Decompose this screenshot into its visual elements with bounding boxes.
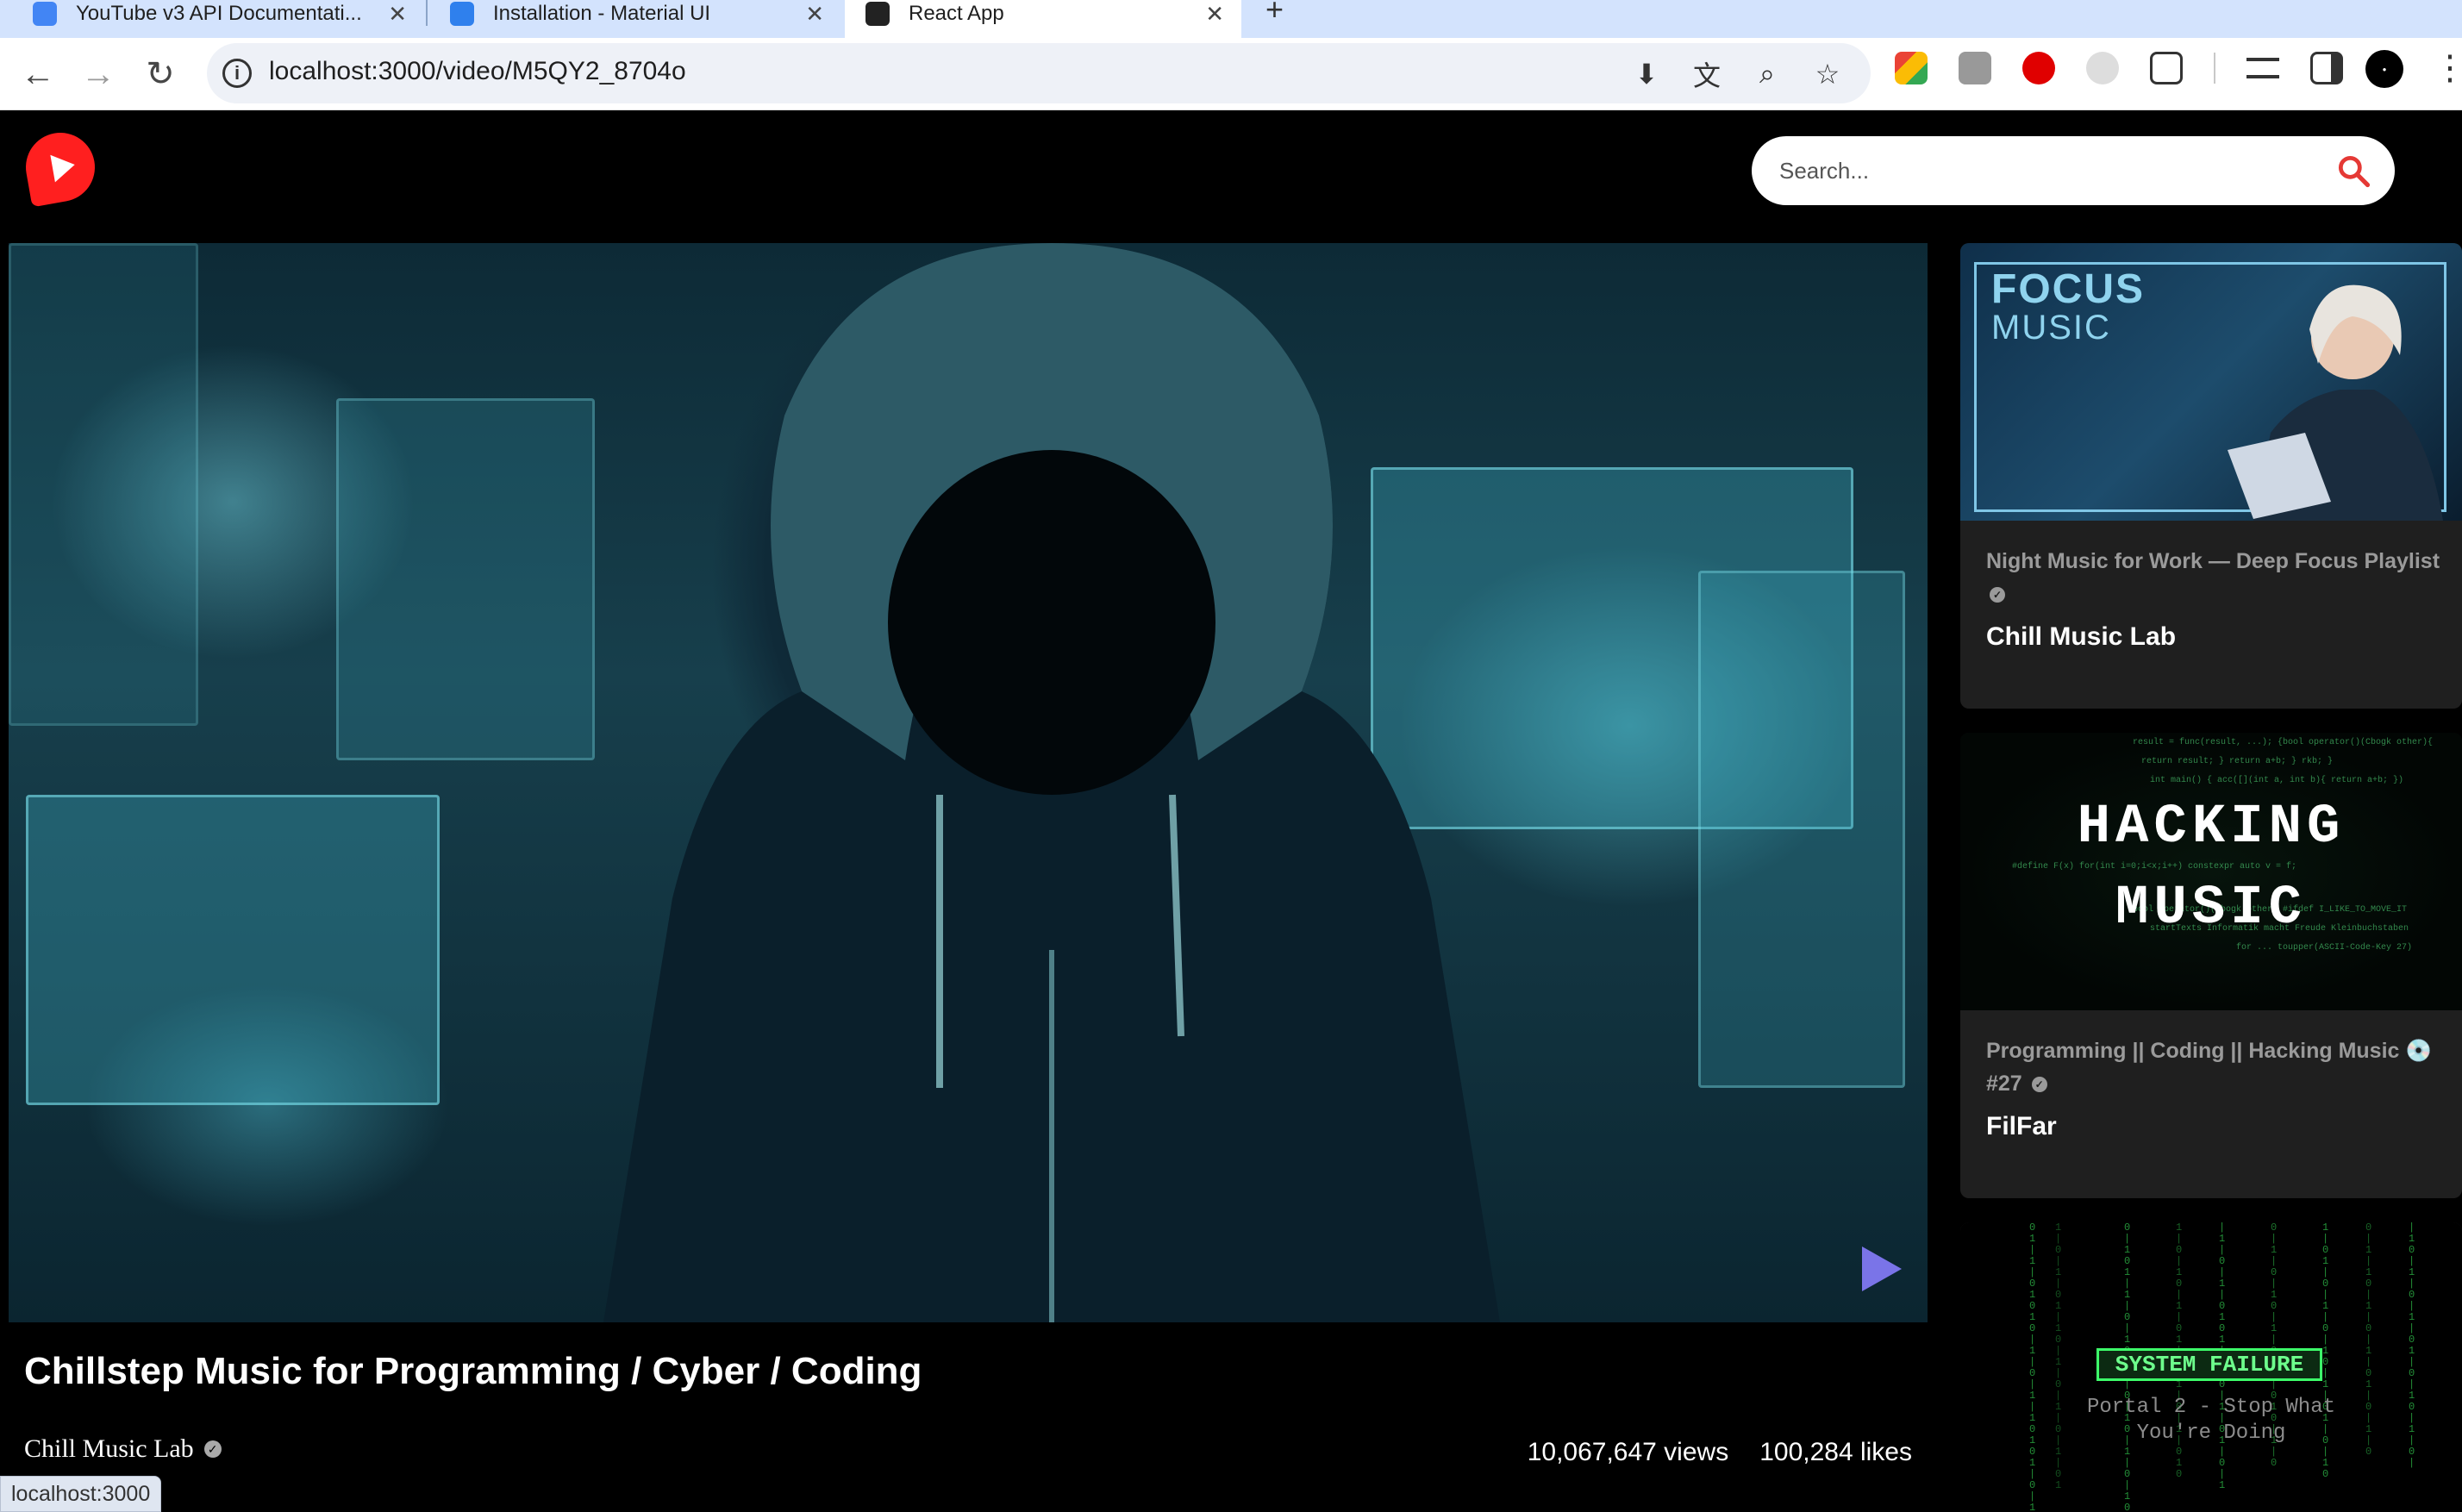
background-monitor	[26, 795, 440, 1105]
thumbnail-text: MUSIC	[1991, 309, 2111, 347]
forward-icon[interactable]: →	[74, 50, 122, 98]
tab-title: Installation - Material UI	[493, 2, 711, 25]
related-video-title[interactable]: Programming || Coding || Hacking Music 💿…	[1986, 1034, 2443, 1100]
zoom-icon[interactable]: ⌕	[1750, 57, 1784, 91]
video-thumbnail[interactable]: FOCUS MUSIC	[1960, 243, 2462, 521]
related-video-card[interactable]: result = func(result, ...); {bool operat…	[1960, 733, 2462, 1198]
tab-title: YouTube v3 API Documentati...	[76, 2, 362, 25]
related-video-title[interactable]: Night Music for Work — Deep Focus Playli…	[1986, 545, 2443, 610]
browser-tab[interactable]: Installation - Material UI ✕	[429, 0, 841, 38]
play-logo-icon	[50, 151, 78, 183]
site-info-icon[interactable]: i	[222, 59, 252, 88]
new-tab-icon[interactable]: +	[1265, 0, 1284, 28]
status-url-tooltip: localhost:3000	[0, 1476, 162, 1512]
side-panel-icon[interactable]	[2310, 52, 2343, 84]
thumbnail-text: Portal 2 - Stop What You're Doing	[2086, 1396, 2336, 1445]
related-video-card[interactable]: FOCUS MUSIC Night Music for Work — Deep …	[1960, 243, 2462, 709]
verified-check-icon: ✓	[2031, 1077, 2047, 1093]
verified-check-icon: ✓	[1990, 587, 2005, 603]
close-tab-icon[interactable]: ✕	[1205, 1, 1224, 28]
search-bar	[1752, 136, 2395, 205]
video-stats: 10,067,647 views 100,284 likes	[1528, 1438, 1912, 1467]
related-video-card[interactable]: 01|1|01010|1|0|1|10101|0|1|01|1 1|0|1|01…	[1960, 1222, 2462, 1512]
close-tab-icon[interactable]: ✕	[388, 1, 407, 28]
reload-icon[interactable]: ↻	[136, 50, 184, 98]
video-thumbnail[interactable]: 01|1|01010|1|0|1|10101|0|1|01|1 1|0|1|01…	[1960, 1222, 2462, 1512]
channel-row: Chill Music Lab ✓	[24, 1434, 222, 1464]
search-input[interactable]	[1779, 153, 2296, 188]
video-thumbnail[interactable]: result = func(result, ...); {bool operat…	[1960, 733, 2462, 1010]
extension-icon[interactable]	[2022, 52, 2055, 84]
profile-avatar[interactable]: ●	[2365, 50, 2403, 88]
search-icon[interactable]	[2334, 152, 2372, 190]
address-url[interactable]: localhost:3000/video/M5QY2_8704o	[269, 57, 686, 86]
like-count: 100,284 likes	[1759, 1438, 1912, 1466]
browser-tab-strip: YouTube v3 API Documentati... ✕ Installa…	[0, 0, 2462, 38]
app-logo[interactable]	[20, 127, 101, 208]
view-count: 10,067,647 views	[1527, 1438, 1729, 1466]
extension-icon[interactable]	[2086, 52, 2119, 84]
address-bar[interactable]: i localhost:3000/video/M5QY2_8704o ⬇ 文 ⌕…	[207, 43, 1871, 103]
thumbnail-figure	[2228, 284, 2443, 521]
install-app-icon[interactable]: ⬇	[1629, 57, 1664, 91]
thumbnail-text: SYSTEM FAILURE	[2096, 1348, 2322, 1381]
close-tab-icon[interactable]: ✕	[805, 1, 824, 28]
tab-favicon-icon	[33, 2, 57, 26]
related-video-channel[interactable]: FilFar	[1986, 1112, 2057, 1141]
extension-icon[interactable]	[1959, 52, 1991, 84]
video-title: Chillstep Music for Programming / Cyber …	[24, 1350, 922, 1392]
browser-tab[interactable]: YouTube v3 API Documentati... ✕	[12, 0, 424, 38]
extensions-puzzle-icon[interactable]	[2150, 52, 2183, 84]
app-header	[0, 110, 2462, 243]
channel-name[interactable]: Chill Music Lab	[24, 1434, 194, 1464]
bookmark-star-icon[interactable]: ☆	[1810, 57, 1845, 91]
hooded-figure	[603, 243, 1500, 1322]
extension-icon[interactable]	[1895, 52, 1928, 84]
translate-icon[interactable]: 文	[1690, 57, 1724, 91]
background-monitor	[9, 243, 198, 726]
related-video-channel[interactable]: Chill Music Lab	[1986, 622, 2176, 652]
back-icon[interactable]: ←	[14, 50, 62, 98]
verified-check-icon: ✓	[203, 1440, 222, 1458]
tab-title: React App	[909, 2, 1004, 25]
thumbnail-text: FOCUS	[1991, 266, 2145, 312]
play-icon[interactable]	[1862, 1246, 1902, 1291]
media-control-icon[interactable]	[2246, 58, 2279, 78]
extensions-row	[1895, 52, 2343, 84]
tab-favicon-icon	[865, 2, 890, 26]
thumbnail-text: HACKING	[2077, 797, 2346, 859]
video-player[interactable]	[9, 243, 1928, 1322]
tab-favicon-icon	[450, 2, 474, 26]
background-monitor	[1698, 571, 1905, 1088]
thumbnail-text: MUSIC	[2115, 878, 2308, 940]
browser-menu-icon[interactable]: ⋮	[2433, 48, 2462, 88]
browser-tab-active[interactable]: React App ✕	[845, 0, 1241, 38]
